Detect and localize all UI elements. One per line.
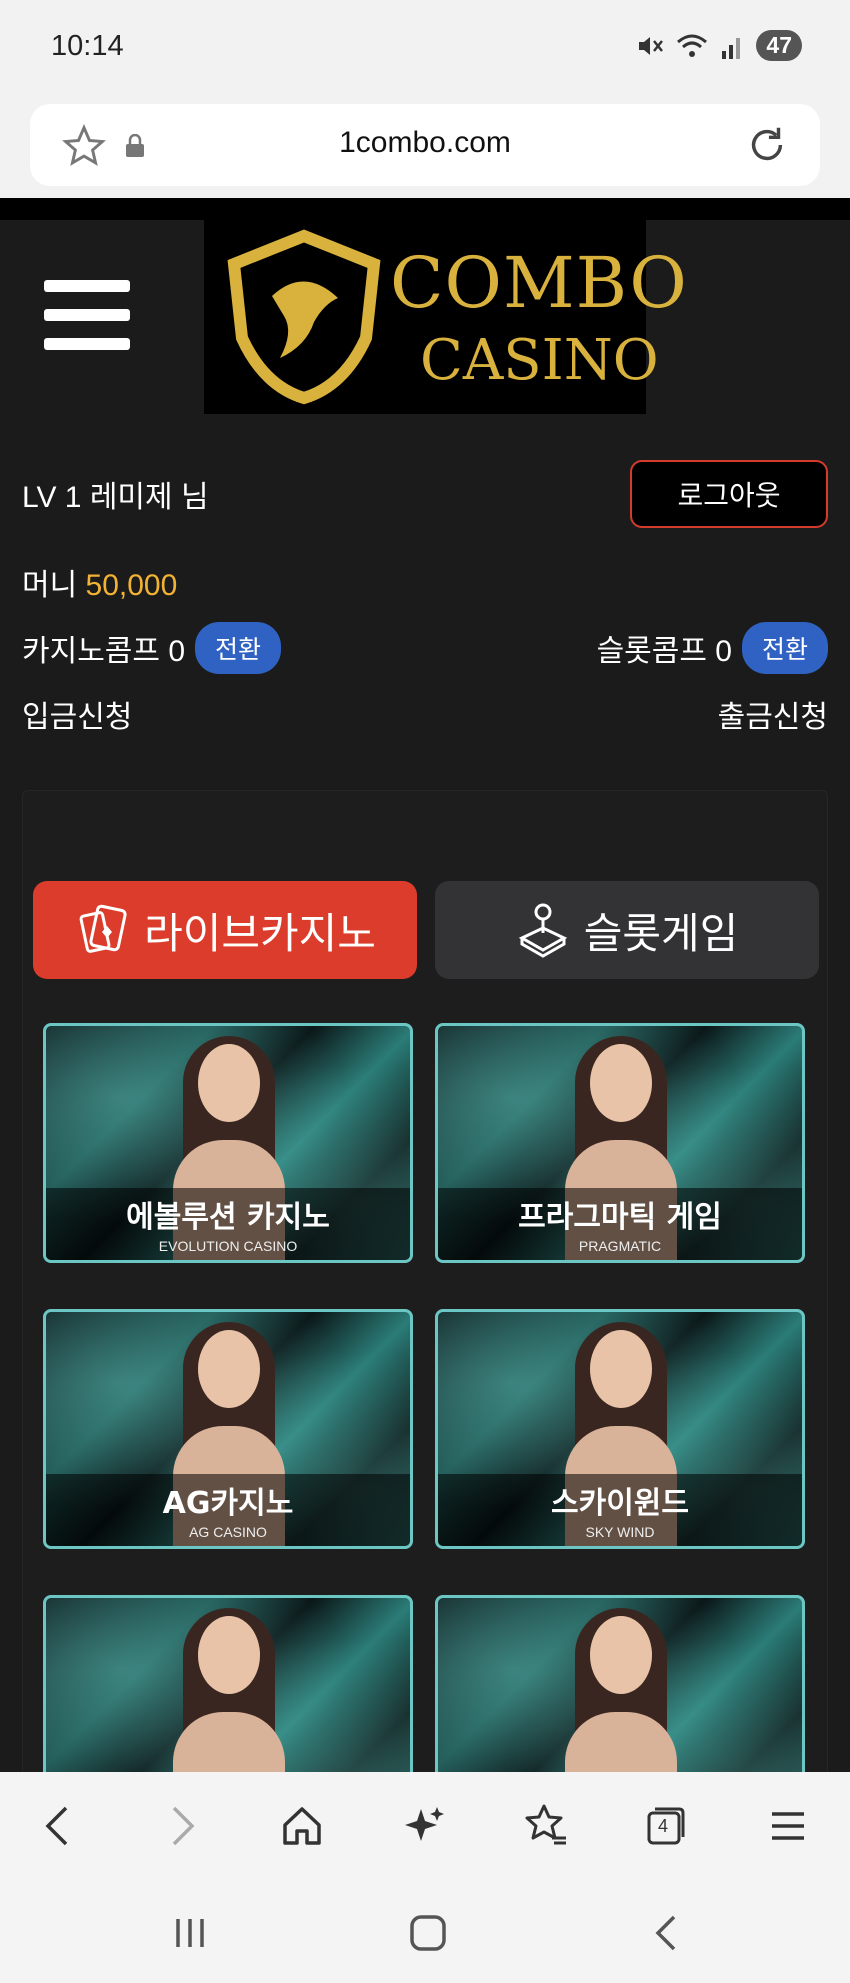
browser-bottom-nav: 4 <box>0 1772 850 1878</box>
status-icons: 47 <box>636 30 802 61</box>
page-top-strip <box>0 198 850 220</box>
reload-icon[interactable] <box>744 122 790 168</box>
url-text: 1combo.com <box>339 126 511 159</box>
recent-apps-icon[interactable] <box>160 1908 220 1958</box>
home-button-icon[interactable] <box>398 1908 458 1958</box>
system-nav-bar <box>0 1878 850 1983</box>
game-card-subtitle: SKY WIND <box>585 1524 655 1540</box>
game-card-title: 에볼루션 카지노 <box>126 1200 330 1235</box>
battery-indicator: 47 <box>756 30 802 61</box>
site-header: COMBO CASINO <box>0 220 850 420</box>
model-image <box>163 1608 293 1789</box>
user-info-row: LV 1 레미제 님 로그아웃 <box>22 460 828 530</box>
site-logo[interactable]: COMBO CASINO <box>204 220 687 414</box>
user-level-name: LV 1 레미제 님 <box>22 481 209 514</box>
browser-menu-icon[interactable] <box>758 1796 818 1856</box>
back-icon[interactable] <box>28 1796 88 1856</box>
casino-comp-switch-button[interactable]: 전환 <box>195 622 282 674</box>
game-card-evolution[interactable]: 에볼루션 카지노 EVOLUTION CASINO <box>43 1023 413 1263</box>
forward-icon[interactable] <box>152 1796 212 1856</box>
comp-row: 카지노콤프 0 전환 슬롯콤프 0 전환 <box>22 622 828 674</box>
game-card-pragmatic[interactable]: 프라그마틱 게임 PRAGMATIC <box>435 1023 805 1263</box>
money-display: 머니 50,000 <box>22 560 177 604</box>
game-card-skywind[interactable]: 스카이윈드 SKY WIND <box>435 1309 805 1549</box>
menu-hamburger-icon[interactable] <box>44 280 130 352</box>
game-panel: 라이브카지노 슬롯게임 에볼루션 카지노 EVOLUTION CASINO 프라… <box>22 790 828 1790</box>
logo-text-combo: COMBO <box>390 242 688 324</box>
slot-comp: 슬롯콤프 0 전환 <box>597 622 828 674</box>
mute-icon <box>639 36 664 55</box>
casino-comp-label: 카지노콤프 0 <box>22 635 186 668</box>
deposit-request-link[interactable]: 입금신청 <box>22 692 132 736</box>
slot-comp-switch-button[interactable]: 전환 <box>741 622 828 674</box>
game-card-6[interactable] <box>435 1595 805 1789</box>
system-back-icon[interactable] <box>636 1908 696 1958</box>
money-value: 50,000 <box>85 569 178 602</box>
status-bar: 10:14 47 <box>0 0 850 96</box>
game-card-subtitle: EVOLUTION CASINO <box>158 1238 298 1254</box>
logout-button[interactable]: 로그아웃 <box>630 460 828 528</box>
logo-text-casino: CASINO <box>420 328 659 393</box>
tab-slot-game[interactable]: 슬롯게임 <box>435 881 819 979</box>
tabs-count: 4 <box>658 1816 669 1836</box>
game-card-title: 프라그마틱 게임 <box>518 1200 722 1235</box>
joystick-icon <box>518 903 567 958</box>
game-card-title: 스카이윈드 <box>551 1486 689 1521</box>
tab-slot-game-label: 슬롯게임 <box>583 908 739 958</box>
game-card-ag-casino[interactable]: AG카지노 AG CASINO <box>43 1309 413 1549</box>
game-card-subtitle: AG CASINO <box>189 1524 267 1540</box>
game-card-subtitle: PRAGMATIC <box>578 1238 662 1254</box>
model-image <box>555 1608 685 1789</box>
tab-live-casino[interactable]: 라이브카지노 <box>33 881 417 979</box>
slot-comp-label: 슬롯콤프 0 <box>596 635 732 668</box>
cards-icon <box>79 904 127 953</box>
game-card-label: AG카지노 AG CASINO <box>46 1474 410 1546</box>
tabs-icon[interactable]: 4 <box>636 1796 696 1856</box>
withdraw-request-link[interactable]: 출금신청 <box>718 692 828 736</box>
status-time: 10:14 <box>51 30 124 62</box>
game-card-title: AG카지노 <box>162 1486 294 1521</box>
money-label: 머니 <box>22 569 78 602</box>
casino-comp: 카지노콤프 0 전환 <box>22 622 282 674</box>
shield-logo-icon <box>227 229 381 405</box>
game-card-label: 에볼루션 카지노 EVOLUTION CASINO <box>46 1188 410 1260</box>
tab-live-casino-label: 라이브카지노 <box>144 908 376 958</box>
address-bar[interactable]: 1combo.com <box>30 104 820 186</box>
bookmarks-icon[interactable] <box>516 1796 576 1856</box>
home-icon[interactable] <box>272 1796 332 1856</box>
game-card-5[interactable] <box>43 1595 413 1789</box>
signal-icon <box>722 37 741 59</box>
wifi-icon <box>677 34 708 57</box>
sparkle-ai-icon[interactable] <box>394 1796 454 1856</box>
game-card-label: 스카이윈드 SKY WIND <box>438 1474 802 1546</box>
browser-toolbar: 1combo.com <box>0 96 850 198</box>
game-card-label: 프라그마틱 게임 PRAGMATIC <box>438 1188 802 1260</box>
